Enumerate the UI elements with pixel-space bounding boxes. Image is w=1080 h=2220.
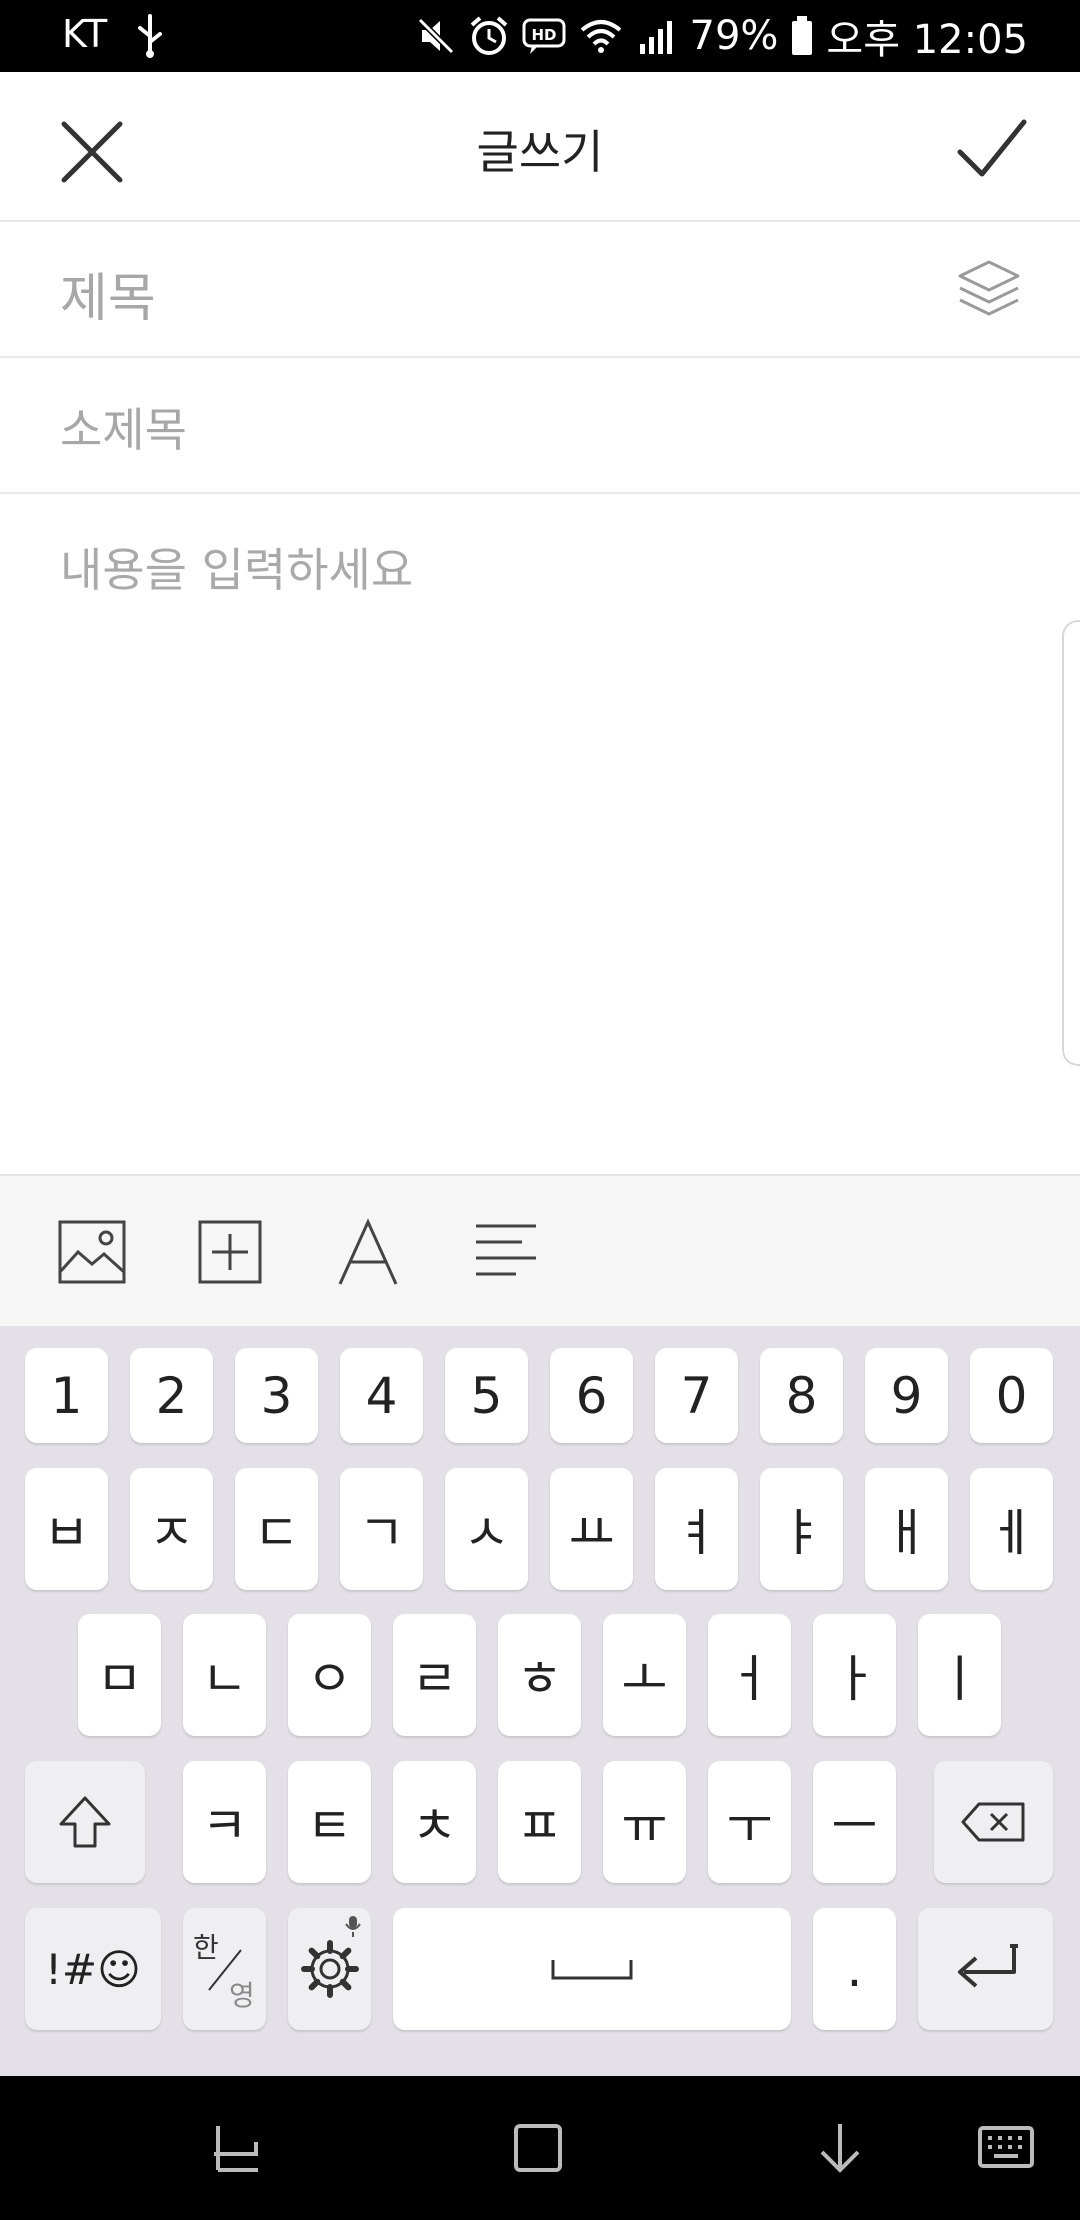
font-icon[interactable] xyxy=(328,1216,408,1288)
subtitle-field[interactable]: 소제목 xyxy=(0,358,1080,494)
key-4[interactable]: 4 xyxy=(340,1348,423,1443)
key-nieun[interactable]: ㄴ xyxy=(183,1614,266,1736)
signal-icon xyxy=(639,21,672,54)
shift-key[interactable] xyxy=(25,1761,145,1883)
app-bar: 글쓰기 xyxy=(0,72,1080,222)
mute-icon xyxy=(417,17,454,55)
status-bar: KT HD 79% 오후 12:05 xyxy=(0,0,1080,72)
key-kieuk[interactable]: ㅋ xyxy=(183,1761,266,1883)
space-icon xyxy=(551,1960,633,1980)
key-siot[interactable]: ㅅ xyxy=(445,1468,528,1590)
backspace-key[interactable] xyxy=(934,1761,1053,1883)
enter-icon xyxy=(957,1944,1018,1988)
key-2[interactable]: 2 xyxy=(130,1348,213,1443)
wifi-icon xyxy=(580,20,621,53)
key-e[interactable]: ㅔ xyxy=(970,1468,1053,1590)
enter-key[interactable] xyxy=(918,1908,1053,2030)
battery-percent: 79% xyxy=(689,13,779,59)
check-icon[interactable] xyxy=(956,116,1028,182)
battery-icon xyxy=(792,16,813,55)
gear-icon xyxy=(300,1940,359,1998)
navigation-bar xyxy=(0,2076,1080,2220)
clock: 오후 12:05 xyxy=(826,17,1028,63)
symbols-key[interactable]: !#☺ xyxy=(25,1908,161,2030)
key-hieut[interactable]: ㅎ xyxy=(498,1614,581,1736)
carrier-label: KT xyxy=(62,12,108,56)
backspace-icon xyxy=(961,1802,1024,1842)
key-eu[interactable]: ㅡ xyxy=(813,1761,896,1883)
image-icon[interactable] xyxy=(52,1216,132,1288)
key-giyeok[interactable]: ㄱ xyxy=(340,1468,423,1590)
key-pieup[interactable]: ㅍ xyxy=(498,1761,581,1883)
mic-icon xyxy=(345,1916,361,1937)
key-jieut[interactable]: ㅈ xyxy=(130,1468,213,1590)
settings-key[interactable] xyxy=(288,1908,371,2030)
key-ieung[interactable]: ㅇ xyxy=(288,1614,371,1736)
key-bieup[interactable]: ㅂ xyxy=(25,1468,108,1590)
key-ae[interactable]: ㅐ xyxy=(865,1468,948,1590)
format-toolbar xyxy=(0,1174,1080,1328)
key-tieut[interactable]: ㅌ xyxy=(288,1761,371,1883)
key-chieut[interactable]: ㅊ xyxy=(393,1761,476,1883)
key-6[interactable]: 6 xyxy=(550,1348,633,1443)
key-yeo[interactable]: ㅕ xyxy=(655,1468,738,1590)
svg-text:HD: HD xyxy=(531,26,556,44)
key-3[interactable]: 3 xyxy=(235,1348,318,1443)
key-7[interactable]: 7 xyxy=(655,1348,738,1443)
key-rieul[interactable]: ㄹ xyxy=(393,1614,476,1736)
space-key[interactable] xyxy=(393,1908,791,2030)
keyboard-switch-icon[interactable] xyxy=(978,2120,1034,2176)
key-eo[interactable]: ㅓ xyxy=(708,1614,791,1736)
key-ya[interactable]: ㅑ xyxy=(760,1468,843,1590)
key-digeut[interactable]: ㄷ xyxy=(235,1468,318,1590)
align-left-icon[interactable] xyxy=(466,1216,546,1288)
keyboard: 1 2 3 4 5 6 7 8 9 0 ㅂ ㅈ ㄷ ㄱ ㅅ ㅛ ㅕ ㅑ ㅐ ㅔ … xyxy=(0,1326,1080,2076)
shift-icon xyxy=(59,1796,111,1848)
status-icons: HD 79% 오후 12:05 xyxy=(416,10,1028,63)
hd-icon: HD xyxy=(522,18,565,54)
usb-icon xyxy=(138,14,162,58)
add-box-icon[interactable] xyxy=(190,1216,270,1288)
title-placeholder: 제목 xyxy=(60,269,156,329)
page-title: 글쓰기 xyxy=(476,125,604,179)
key-yo[interactable]: ㅛ xyxy=(550,1468,633,1590)
title-field[interactable]: 제목 xyxy=(0,222,1080,358)
key-mieum[interactable]: ㅁ xyxy=(78,1614,161,1736)
key-u[interactable]: ㅜ xyxy=(708,1761,791,1883)
key-8[interactable]: 8 xyxy=(760,1348,843,1443)
content-editor[interactable]: 내용을 입력하세요 xyxy=(0,494,1080,1174)
alarm-icon xyxy=(470,16,507,55)
key-1[interactable]: 1 xyxy=(25,1348,108,1443)
key-a[interactable]: ㅏ xyxy=(813,1614,896,1736)
recents-icon[interactable] xyxy=(208,2120,264,2176)
period-key[interactable]: . xyxy=(813,1908,896,2030)
lang-english-label: 영 xyxy=(229,1979,255,2012)
layers-icon[interactable] xyxy=(956,258,1022,322)
hide-keyboard-icon[interactable] xyxy=(812,2120,868,2176)
home-icon[interactable] xyxy=(510,2120,566,2176)
key-5[interactable]: 5 xyxy=(445,1348,528,1443)
subtitle-placeholder: 소제목 xyxy=(60,403,187,457)
key-o[interactable]: ㅗ xyxy=(603,1614,686,1736)
edge-panel-handle[interactable] xyxy=(1062,620,1080,1066)
key-0[interactable]: 0 xyxy=(970,1348,1053,1443)
key-yu[interactable]: ㅠ xyxy=(603,1761,686,1883)
content-placeholder: 내용을 입력하세요 xyxy=(60,543,414,597)
key-9[interactable]: 9 xyxy=(865,1348,948,1443)
language-switch-key[interactable]: 한 영 xyxy=(183,1908,266,2030)
key-i[interactable]: ㅣ xyxy=(918,1614,1001,1736)
